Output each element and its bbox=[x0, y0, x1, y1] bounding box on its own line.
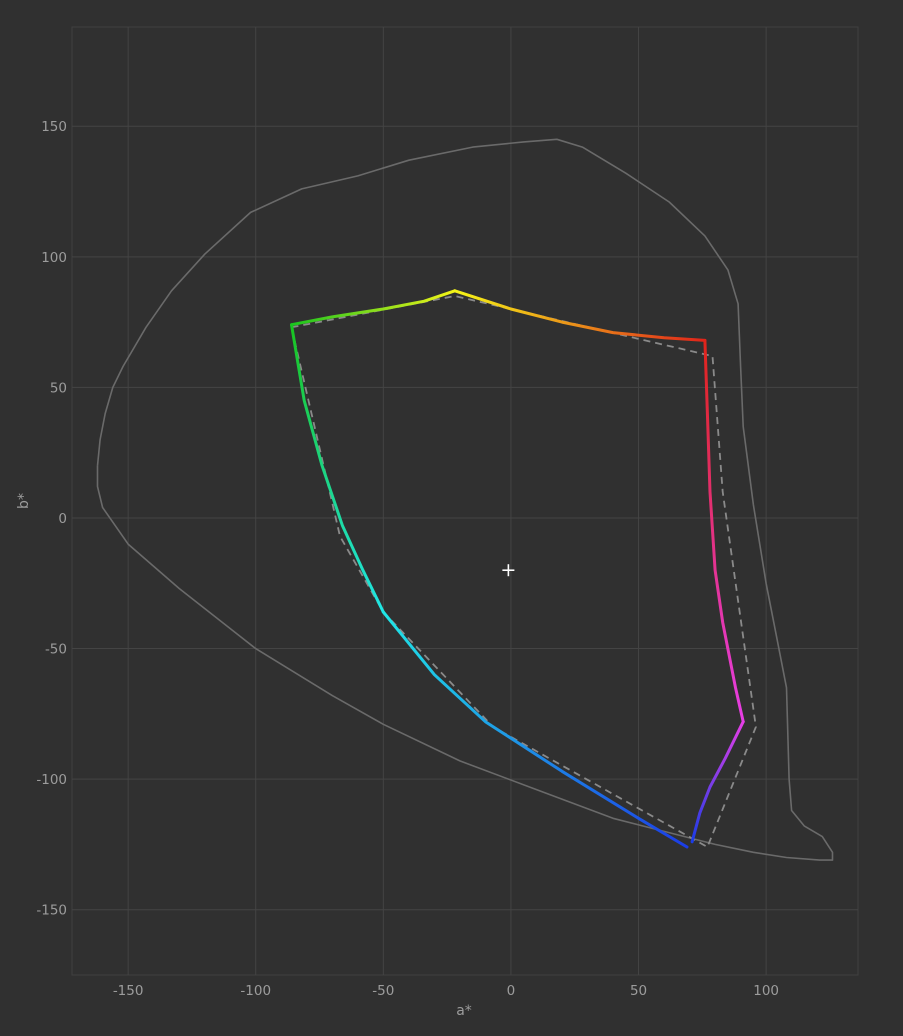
y-tick-label: 100 bbox=[41, 250, 67, 266]
y-axis-title: b* bbox=[16, 493, 32, 509]
x-tick-label: -50 bbox=[372, 983, 394, 999]
x-tick-label: 50 bbox=[630, 983, 647, 999]
x-tick-label: -100 bbox=[240, 983, 271, 999]
x-tick-label: -150 bbox=[113, 983, 144, 999]
x-tick-label: 100 bbox=[753, 983, 779, 999]
gamut-chart: -150 -100 -50 0 50 100 -150 -100 -50 0 50 100 150 a*… bbox=[0, 0, 903, 1036]
y-tick-label: 50 bbox=[50, 380, 67, 396]
y-tick-label: 0 bbox=[58, 511, 67, 527]
y-tick-label: -50 bbox=[45, 642, 67, 658]
y-tick-label: 150 bbox=[41, 119, 67, 135]
x-tick-label: 0 bbox=[507, 983, 516, 999]
y-tick-label: -100 bbox=[36, 772, 67, 788]
x-axis-title: a* bbox=[456, 1003, 472, 1019]
y-tick-label: -150 bbox=[36, 903, 67, 919]
